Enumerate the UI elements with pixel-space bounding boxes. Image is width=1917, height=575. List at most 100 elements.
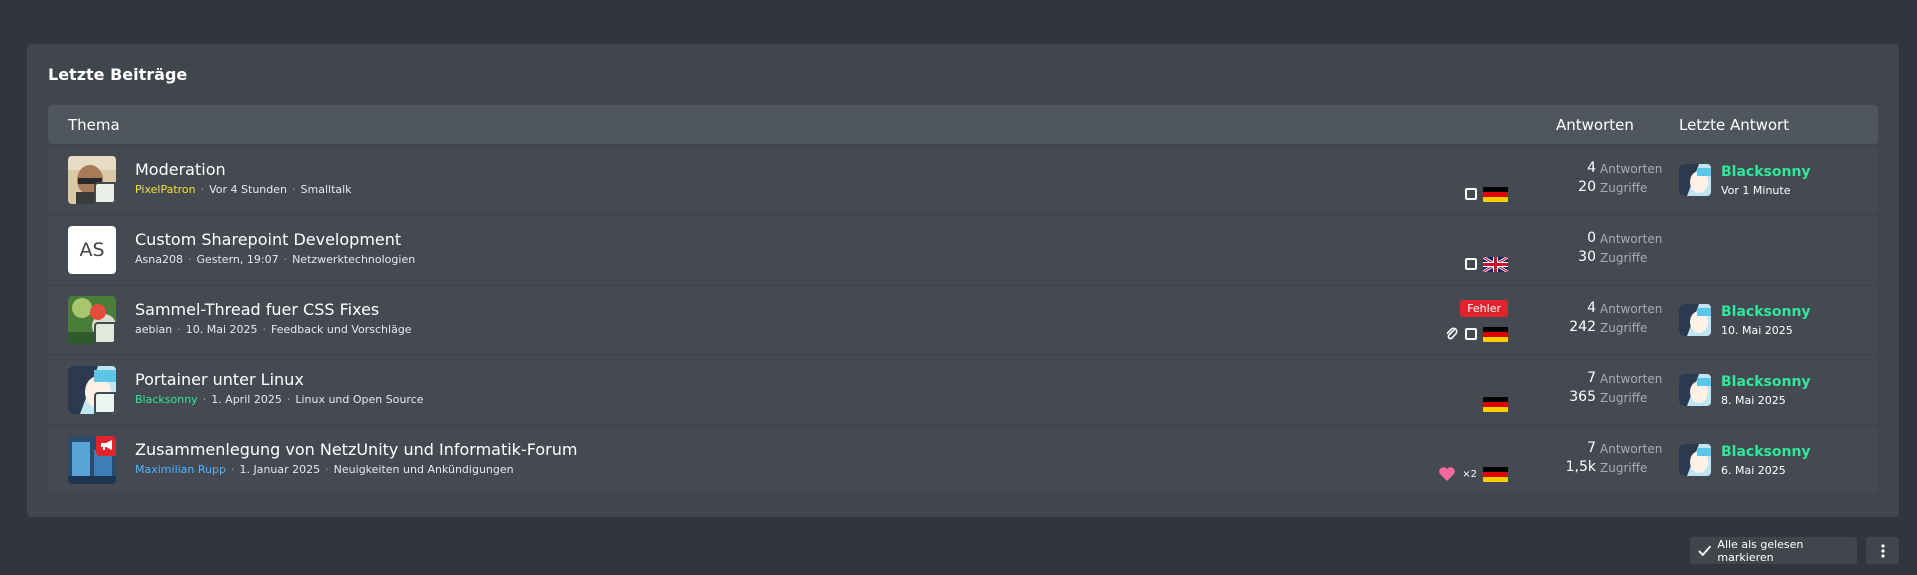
last-reply-time[interactable]: 8. Mai 2025: [1721, 394, 1786, 407]
topic-stats: 7 Antworten 365 Zugriffe: [1548, 370, 1662, 408]
last-reply-avatar[interactable]: [1679, 374, 1711, 406]
answers-count: 4: [1587, 300, 1596, 316]
topic-icons: [1445, 326, 1508, 342]
views-label: Zugriffe: [1600, 251, 1648, 265]
flag-de-icon: [1483, 326, 1508, 342]
topic-meta: Asna208 · Gestern, 19:07 · Netzwerktechnolog…: [135, 253, 416, 266]
mini-avatar: [94, 182, 116, 204]
author-link[interactable]: Asna208: [135, 253, 183, 266]
last-reply-avatar[interactable]: [1679, 444, 1711, 476]
views-label: Zugriffe: [1600, 391, 1648, 405]
mark-all-read-label: Alle als gelesen markieren: [1717, 537, 1804, 564]
answers-count: 4: [1587, 160, 1596, 176]
topic-title[interactable]: Sammel-Thread fuer CSS Fixes: [135, 300, 379, 319]
topic-meta: Blacksonny · 1. April 2025 · Linux und Open …: [135, 393, 424, 406]
topic-title[interactable]: Moderation: [135, 160, 226, 179]
topic-meta: PixelPatron · Vor 4 Stunden · Smalltalk: [135, 183, 352, 196]
last-reply-avatar[interactable]: [1679, 164, 1711, 196]
topic-icons: ×2: [1438, 466, 1508, 482]
post-date: Gestern, 19:07: [196, 253, 279, 266]
table-row[interactable]: Portainer unter Linux Blacksonny · 1. Apri…: [48, 356, 1878, 424]
last-reply-time[interactable]: 6. Mai 2025: [1721, 464, 1786, 477]
reaction-count: ×2: [1462, 468, 1477, 480]
last-reply-user[interactable]: Blacksonny: [1721, 374, 1811, 390]
recent-posts-box: Letzte Beiträge Thema Antworten Letzte A…: [27, 44, 1899, 517]
views-label: Zugriffe: [1600, 321, 1648, 335]
topic-stats: 4 Antworten 20 Zugriffe: [1548, 160, 1662, 198]
avatar[interactable]: AS: [68, 226, 116, 274]
topic-icons: [1465, 186, 1508, 202]
table-row[interactable]: AS Custom Sharepoint Development Asna208…: [48, 216, 1878, 284]
topic-meta: Maximilian Rupp · 1. Januar 2025 · Neuigkeit…: [135, 463, 514, 476]
select-checkbox[interactable]: [1465, 258, 1477, 270]
forum-link[interactable]: Smalltalk: [301, 183, 352, 196]
table-header: Thema Antworten Letzte Antwort: [48, 105, 1878, 144]
check-icon: [1698, 545, 1712, 556]
topic-icons: [1465, 256, 1508, 272]
status-badge: Fehler: [1460, 300, 1508, 317]
header-topic: Thema: [68, 116, 120, 134]
views-label: Zugriffe: [1600, 181, 1648, 195]
topic-title[interactable]: Zusammenlegung von NetzUnity und Informa…: [135, 440, 577, 459]
post-date: 1. April 2025: [211, 393, 282, 406]
last-reply-user[interactable]: Blacksonny: [1721, 304, 1811, 320]
mark-all-read-button[interactable]: Alle als gelesen markieren: [1690, 537, 1857, 564]
last-reply-avatar[interactable]: [1679, 304, 1711, 336]
select-checkbox[interactable]: [1465, 328, 1477, 340]
views-count: 30: [1578, 249, 1596, 265]
author-link[interactable]: aebian: [135, 323, 172, 336]
forum-link[interactable]: Linux und Open Source: [295, 393, 423, 406]
topic-title[interactable]: Portainer unter Linux: [135, 370, 304, 389]
author-link[interactable]: Maximilian Rupp: [135, 463, 226, 476]
table-row[interactable]: Moderation PixelPatron · Vor 4 Stunden · Sma…: [48, 146, 1878, 214]
mini-avatar: [94, 322, 116, 344]
header-answers: Antworten: [1556, 116, 1634, 134]
last-reply-time[interactable]: Vor 1 Minute: [1721, 184, 1791, 197]
last-reply-time[interactable]: 10. Mai 2025: [1721, 324, 1793, 337]
avatar[interactable]: [68, 436, 116, 484]
avatar[interactable]: [68, 156, 116, 204]
author-link[interactable]: Blacksonny: [135, 393, 198, 406]
avatar[interactable]: [68, 296, 116, 344]
flag-de-icon: [1483, 396, 1508, 412]
answers-label: Antworten: [1600, 442, 1663, 456]
mini-avatar: [94, 392, 116, 414]
answers-count: 7: [1587, 440, 1596, 456]
last-reply-user[interactable]: Blacksonny: [1721, 444, 1811, 460]
answers-count: 7: [1587, 370, 1596, 386]
forum-link[interactable]: Netzwerktechnologien: [292, 253, 415, 266]
paperclip-icon: [1446, 327, 1458, 340]
box-title: Letzte Beiträge: [48, 65, 188, 84]
topic-meta: aebian · 10. Mai 2025 · Feedback und Vorschl…: [135, 323, 412, 336]
views-count: 365: [1569, 389, 1596, 405]
answers-label: Antworten: [1600, 162, 1663, 176]
answers-count: 0: [1587, 230, 1596, 246]
more-options-button[interactable]: [1866, 537, 1899, 564]
topic-stats: 4 Antworten 242 Zugriffe: [1548, 300, 1662, 338]
topic-stats: 7 Antworten 1,5k Zugriffe: [1548, 440, 1663, 478]
table-row[interactable]: Zusammenlegung von NetzUnity und Informa…: [48, 426, 1878, 494]
post-date: 1. Januar 2025: [239, 463, 321, 476]
table-row[interactable]: Fehler Sammel-Thread fuer CSS Fixes aebi…: [48, 286, 1878, 354]
heart-icon[interactable]: [1438, 466, 1456, 482]
views-count: 242: [1569, 319, 1596, 335]
answers-label: Antworten: [1600, 302, 1663, 316]
forum-link[interactable]: Neuigkeiten und Ankündigungen: [334, 463, 514, 476]
last-reply-user[interactable]: Blacksonny: [1721, 164, 1811, 180]
topic-title[interactable]: Custom Sharepoint Development: [135, 230, 401, 249]
avatar[interactable]: [68, 366, 116, 414]
select-checkbox[interactable]: [1465, 188, 1477, 200]
topic-stats: 0 Antworten 30 Zugriffe: [1548, 230, 1662, 268]
author-link[interactable]: PixelPatron: [135, 183, 196, 196]
views-label: Zugriffe: [1600, 461, 1648, 475]
flag-de-icon: [1483, 186, 1508, 202]
post-date: 10. Mai 2025: [185, 323, 258, 336]
megaphone-icon: [96, 436, 116, 456]
views-count: 20: [1578, 179, 1596, 195]
post-date: Vor 4 Stunden: [209, 183, 288, 196]
flag-de-icon: [1483, 466, 1508, 482]
forum-link[interactable]: Feedback und Vorschläge: [271, 323, 412, 336]
topic-icons: [1483, 396, 1508, 412]
topics-table: Thema Antworten Letzte Antwort Moderatio…: [48, 105, 1878, 494]
flag-gb-icon: [1483, 256, 1508, 272]
